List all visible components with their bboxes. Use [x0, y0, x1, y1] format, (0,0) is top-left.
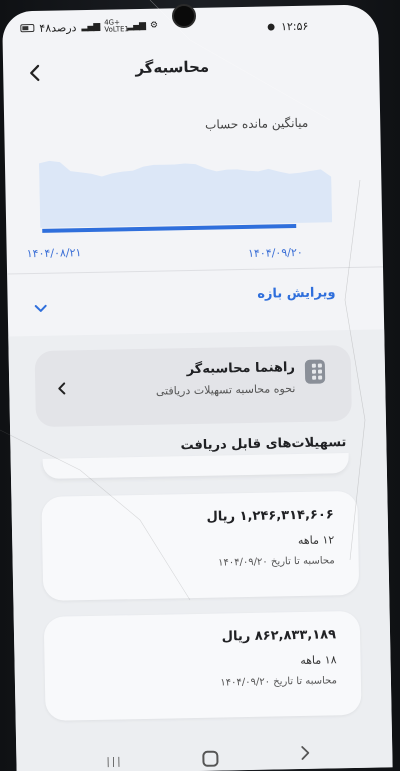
chevron-right-icon	[301, 746, 310, 760]
loan-date-note: محاسبه تا تاریخ ۱۴۰۴/۰۹/۲۰	[220, 675, 338, 689]
status-time: ۱۲:۵۶	[280, 19, 309, 34]
loan-card[interactable]: ۱,۲۴۶,۳۱۴,۶۰۶ ریال ۱۲ ماهه محاسبه تا تار…	[41, 490, 360, 601]
chevron-down-icon	[34, 304, 47, 312]
guide-title: راهنما محاسبه‌گر	[186, 360, 296, 378]
loan-amount: ۱,۲۴۶,۳۱۴,۶۰۶ ریال	[206, 507, 334, 525]
signal-icon-2: ▂▄▆	[127, 20, 146, 32]
battery-icon	[20, 23, 35, 33]
loan-card[interactable]: ۸۶۲,۸۳۳,۱۸۹ ریال ۱۸ ماهه محاسبه تا تاریخ…	[43, 610, 362, 721]
calculator-icon	[304, 359, 326, 384]
app-screen: ۴۸درصد ▂▄▆ 4G+ VoLTE1 ▂▄▆ ⚙ ● ۱۲:۵۶ محاس…	[2, 4, 393, 771]
expand-range-toggle[interactable]	[34, 299, 48, 318]
loans-section-title: تسهیلات‌های قابل دریافت	[180, 435, 347, 454]
notification-icon: ●	[267, 21, 276, 33]
calculator-guide-card[interactable]: راهنما محاسبه‌گر نحوه محاسبه تسهیلات دری…	[34, 344, 352, 428]
nav-back-button[interactable]	[300, 745, 310, 765]
divider	[7, 266, 384, 275]
home-button[interactable]	[202, 750, 219, 767]
status-indicators: ۴۸درصد ▂▄▆ 4G+ VoLTE1 ▂▄▆ ⚙	[20, 18, 159, 36]
chart-end-date: ۱۴۰۴/۰۹/۲۰	[247, 245, 303, 260]
edit-range-button[interactable]: ویرایش بازه	[257, 285, 335, 301]
chart-area	[38, 160, 333, 228]
signal-icon: ▂▄▆	[81, 21, 100, 33]
phone-frame: ۴۸درصد ▂▄▆ 4G+ VoLTE1 ▂▄▆ ⚙ ● ۱۲:۵۶ محاس…	[0, 0, 400, 771]
network-label: 4G+ VoLTE1	[104, 18, 130, 34]
guide-subtitle: نحوه محاسبه تسهیلات دریافتی	[155, 382, 296, 398]
front-camera	[172, 4, 196, 28]
chevron-left-icon	[58, 382, 66, 395]
loan-amount: ۸۶۲,۸۳۳,۱۸۹ ریال	[221, 627, 337, 645]
balance-chart	[38, 160, 333, 233]
guide-chevron	[57, 380, 67, 399]
page-title: محاسبه‌گر	[135, 57, 210, 78]
chart-title: میانگین مانده حساب	[204, 115, 309, 132]
status-time-group: ● ۱۲:۵۶	[267, 20, 308, 34]
chart-start-date: ۱۴۰۴/۰۸/۲۱	[26, 246, 82, 261]
settings-gear-icon: ⚙	[149, 20, 159, 31]
loan-term: ۱۸ ماهه	[300, 653, 337, 668]
back-button[interactable]	[21, 59, 50, 88]
recent-apps-button[interactable]: |||	[106, 756, 122, 767]
chevron-left-icon	[30, 64, 40, 82]
loan-term: ۱۲ ماهه	[297, 533, 335, 548]
loan-date-note: محاسبه تا تاریخ ۱۴۰۴/۰۹/۲۰	[217, 555, 335, 569]
battery-percent: ۴۸درصد	[39, 20, 77, 35]
app-bar: محاسبه‌گر	[3, 44, 380, 91]
